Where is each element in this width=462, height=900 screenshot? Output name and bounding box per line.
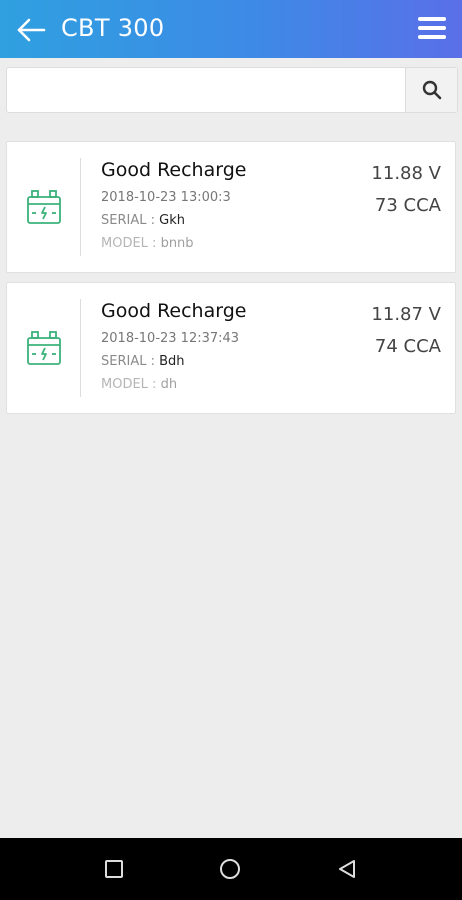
result-cca: 74 CCA	[374, 336, 441, 357]
serial-label: SERIAL :	[101, 213, 160, 228]
card-divider	[80, 299, 81, 397]
back-nav-button[interactable]	[336, 858, 358, 884]
model-value: bnnb	[160, 236, 194, 251]
home-button[interactable]	[219, 858, 241, 884]
back-button[interactable]	[16, 16, 46, 44]
battery-charge-icon	[27, 190, 61, 224]
app-bar: CBT 300	[0, 0, 462, 58]
result-voltage: 11.88 V	[371, 163, 441, 184]
result-card[interactable]: Good Recharge 2018-10-23 13:00:3 SERIAL …	[6, 141, 456, 273]
serial-label: SERIAL :	[101, 354, 160, 369]
battery-charge-icon	[27, 331, 61, 365]
page-title: CBT 300	[61, 14, 165, 42]
result-card[interactable]: Good Recharge 2018-10-23 12:37:43 SERIAL…	[6, 282, 456, 414]
result-status: Good Recharge	[101, 300, 247, 322]
result-serial: SERIAL : Bdh	[101, 354, 185, 369]
arrow-left-icon	[17, 18, 46, 42]
hamburger-menu-icon	[418, 17, 446, 39]
result-voltage: 11.87 V	[371, 304, 441, 325]
result-status: Good Recharge	[101, 159, 247, 181]
search-bar	[6, 67, 458, 113]
result-serial: SERIAL : Gkh	[101, 213, 185, 228]
result-cca: 73 CCA	[374, 195, 441, 216]
serial-value: Gkh	[159, 213, 185, 228]
result-model: MODEL : bnnb	[101, 236, 194, 251]
system-nav-bar	[0, 838, 462, 900]
search-input[interactable]	[7, 68, 405, 112]
model-value: dh	[160, 377, 178, 392]
menu-button[interactable]	[418, 17, 446, 41]
search-button[interactable]	[405, 68, 457, 112]
circle-home-icon	[220, 859, 240, 879]
result-model: MODEL : dh	[101, 377, 177, 392]
model-label: MODEL :	[101, 236, 161, 251]
search-icon	[422, 80, 441, 100]
card-divider	[80, 158, 81, 256]
result-datetime: 2018-10-23 13:00:3	[101, 190, 231, 205]
serial-value: Bdh	[159, 354, 185, 369]
square-recent-apps-icon	[105, 860, 123, 878]
model-label: MODEL :	[101, 377, 161, 392]
recent-apps-button[interactable]	[104, 859, 124, 883]
result-datetime: 2018-10-23 12:37:43	[101, 331, 240, 346]
triangle-back-icon	[339, 860, 355, 878]
